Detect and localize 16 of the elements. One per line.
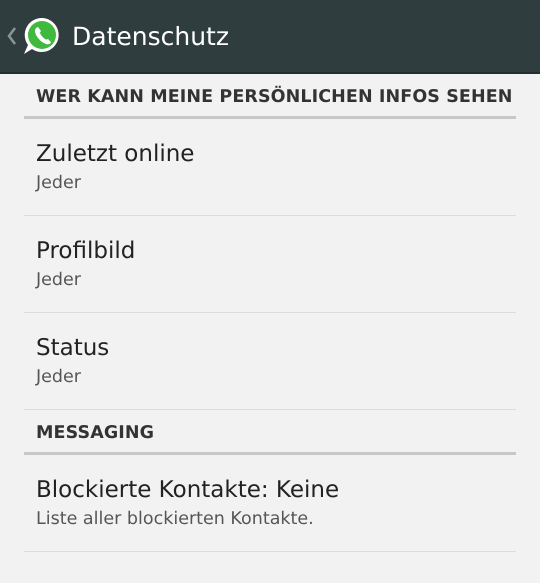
preference-title: Status: [36, 335, 110, 361]
screen-title: Datenschutz: [72, 22, 229, 50]
section-header: MESSAGING: [24, 410, 516, 455]
preference-title: Blockierte Kontakte: Keine: [36, 477, 340, 503]
preference-summary: Jeder: [36, 173, 82, 193]
preference-row[interactable]: Profilbild Jeder: [24, 216, 516, 313]
preference-row[interactable]: Status Jeder: [24, 313, 516, 410]
preference-row[interactable]: Zuletzt online Jeder: [24, 119, 516, 216]
preference-summary: Jeder: [36, 270, 82, 290]
section-header: WER KANN MEINE PERSÖNLICHEN INFOS SEHEN: [24, 74, 516, 119]
preference-summary: Liste aller blockierten Kontakte.: [36, 509, 315, 529]
back-icon[interactable]: [6, 25, 18, 47]
preference-row[interactable]: Blockierte Kontakte: Keine Liste aller blockierten Kontakte.: [24, 455, 516, 552]
preference-title: Zuletzt online: [36, 141, 196, 167]
preference-summary: Jeder: [36, 367, 82, 387]
preference-title: Profilbild: [36, 238, 136, 264]
